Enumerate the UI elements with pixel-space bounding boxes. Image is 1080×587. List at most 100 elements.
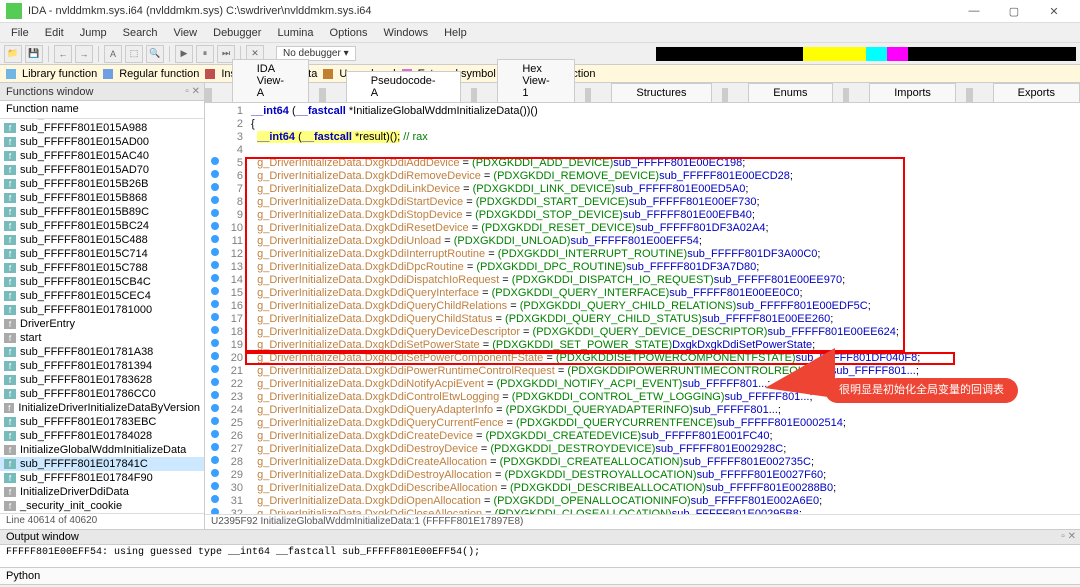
code-line[interactable]: 5 g_DriverInitializeData.DxgkDdiAddDevic… bbox=[209, 157, 1076, 170]
function-list-item[interactable]: fsub_FFFFF801E015AC40 bbox=[0, 149, 204, 163]
breakpoint-icon[interactable] bbox=[211, 235, 219, 243]
function-list-item[interactable]: f_security_init_cookie bbox=[0, 499, 204, 513]
menu-help[interactable]: Help bbox=[437, 25, 474, 41]
menu-search[interactable]: Search bbox=[116, 25, 165, 41]
toolbar-hex-icon[interactable]: ⬚ bbox=[125, 45, 143, 63]
code-line[interactable]: 28 g_DriverInitializeData.DxgkDdiCreateA… bbox=[209, 456, 1076, 469]
function-list-item[interactable]: fsub_FFFFF801E01784F90 bbox=[0, 471, 204, 485]
code-line[interactable]: 25 g_DriverInitializeData.DxgkDdiQueryCu… bbox=[209, 417, 1076, 430]
code-line[interactable]: 19 g_DriverInitializeData.DxgkDdiSetPowe… bbox=[209, 339, 1076, 352]
function-list-item[interactable]: fsub_FFFFF801E015C488 bbox=[0, 233, 204, 247]
code-line[interactable]: 15 g_DriverInitializeData.DxgkDdiQueryIn… bbox=[209, 287, 1076, 300]
code-line[interactable]: 12 g_DriverInitializeData.DxgkDdiInterru… bbox=[209, 248, 1076, 261]
menu-options[interactable]: Options bbox=[323, 25, 375, 41]
menu-lumina[interactable]: Lumina bbox=[270, 25, 320, 41]
toolbar-text-icon[interactable]: A bbox=[104, 45, 122, 63]
function-list-item[interactable]: fsub_FFFFF801E01783628 bbox=[0, 373, 204, 387]
code-line[interactable]: 7 g_DriverInitializeData.DxgkDdiLinkDevi… bbox=[209, 183, 1076, 196]
function-list-item[interactable]: fsub_FFFFF801E015AD00 bbox=[0, 135, 204, 149]
menu-edit[interactable]: Edit bbox=[38, 25, 71, 41]
breakpoint-icon[interactable] bbox=[211, 456, 219, 464]
python-input[interactable] bbox=[44, 571, 1074, 582]
code-line[interactable]: 24 g_DriverInitializeData.DxgkDdiQueryAd… bbox=[209, 404, 1076, 417]
code-line[interactable]: 18 g_DriverInitializeData.DxgkDdiQueryDe… bbox=[209, 326, 1076, 339]
code-line[interactable]: 27 g_DriverInitializeData.DxgkDdiDestroy… bbox=[209, 443, 1076, 456]
tab-structures[interactable]: Structures bbox=[611, 83, 711, 102]
breakpoint-icon[interactable] bbox=[211, 274, 219, 282]
function-list-item[interactable]: fsub_FFFFF801E015C714 bbox=[0, 247, 204, 261]
toolbar-open-icon[interactable]: 📁 bbox=[4, 45, 22, 63]
maximize-button[interactable]: ▢ bbox=[994, 0, 1034, 22]
tab-ida-view-a[interactable]: IDA View-A bbox=[232, 59, 309, 102]
toolbar-search-icon[interactable]: 🔍 bbox=[146, 45, 164, 63]
function-list-item[interactable]: fsub_FFFFF801E015B89C bbox=[0, 205, 204, 219]
code-line[interactable]: 29 g_DriverInitializeData.DxgkDdiDestroy… bbox=[209, 469, 1076, 482]
menu-view[interactable]: View bbox=[166, 25, 204, 41]
function-list-item[interactable]: fsub_FFFFF801E015AD70 bbox=[0, 163, 204, 177]
function-list-item[interactable]: fsub_FFFFF801E01784028 bbox=[0, 429, 204, 443]
function-list-item[interactable]: fsub_FFFFF801E015BC24 bbox=[0, 219, 204, 233]
menu-jump[interactable]: Jump bbox=[73, 25, 114, 41]
code-line[interactable]: 10 g_DriverInitializeData.DxgkDdiResetDe… bbox=[209, 222, 1076, 235]
functions-close-icon[interactable]: ▫ ✕ bbox=[185, 86, 200, 97]
toolbar-save-icon[interactable]: 💾 bbox=[25, 45, 43, 63]
code-line[interactable]: 2{ bbox=[209, 118, 1076, 131]
breakpoint-icon[interactable] bbox=[211, 443, 219, 451]
function-list-item[interactable]: fInitializeDriverDdiData bbox=[0, 485, 204, 499]
code-line[interactable]: 31 g_DriverInitializeData.DxgkDdiOpenAll… bbox=[209, 495, 1076, 508]
breakpoint-icon[interactable] bbox=[211, 157, 219, 165]
code-line[interactable]: 3 __int64 (__fastcall *result)(); // rax bbox=[209, 131, 1076, 144]
breakpoint-icon[interactable] bbox=[211, 183, 219, 191]
breakpoint-icon[interactable] bbox=[211, 508, 219, 514]
breakpoint-icon[interactable] bbox=[211, 391, 219, 399]
tab-exports[interactable]: Exports bbox=[993, 83, 1080, 102]
breakpoint-icon[interactable] bbox=[211, 326, 219, 334]
code-line[interactable]: 13 g_DriverInitializeData.DxgkDdiDpcRout… bbox=[209, 261, 1076, 274]
toolbar-stop-icon[interactable]: ⏸ bbox=[196, 45, 214, 63]
navigation-band[interactable] bbox=[656, 47, 1076, 61]
function-list-item[interactable]: fsub_FFFFF801E015CEC4 bbox=[0, 289, 204, 303]
function-list-item[interactable]: fsub_FFFFF801E015B868 bbox=[0, 191, 204, 205]
breakpoint-icon[interactable] bbox=[211, 261, 219, 269]
functions-column-header[interactable]: Function name bbox=[0, 101, 204, 119]
code-line[interactable]: 32 g_DriverInitializeData.DxgkDdiCloseAl… bbox=[209, 508, 1076, 514]
tab-enums[interactable]: Enums bbox=[748, 83, 832, 102]
breakpoint-icon[interactable] bbox=[211, 339, 219, 347]
breakpoint-icon[interactable] bbox=[211, 378, 219, 386]
code-line[interactable]: 20 g_DriverInitializeData.DxgkDdiSetPowe… bbox=[209, 352, 1076, 365]
breakpoint-icon[interactable] bbox=[211, 222, 219, 230]
code-line[interactable]: 1__int64 (__fastcall *InitializeGlobalWd… bbox=[209, 105, 1076, 118]
function-list-item[interactable]: fsub_FFFFF801E015CB4C bbox=[0, 275, 204, 289]
function-list-item[interactable]: fsub_FFFFF801E01781394 bbox=[0, 359, 204, 373]
functions-list[interactable]: fsub_FFFFF801E01581D0fsub_FFFFF801E01582… bbox=[0, 119, 204, 513]
breakpoint-icon[interactable] bbox=[211, 248, 219, 256]
code-line[interactable]: 23 g_DriverInitializeData.DxgkDdiControl… bbox=[209, 391, 1076, 404]
function-list-item[interactable]: fInitializeGlobalWddmInitializeData bbox=[0, 443, 204, 457]
function-list-item[interactable]: fsub_FFFFF801E015A988 bbox=[0, 121, 204, 135]
code-line[interactable]: 30 g_DriverInitializeData.DxgkDdiDescrib… bbox=[209, 482, 1076, 495]
code-line[interactable]: 11 g_DriverInitializeData.DxgkDdiUnload … bbox=[209, 235, 1076, 248]
close-button[interactable]: ✕ bbox=[1034, 0, 1074, 22]
breakpoint-icon[interactable] bbox=[211, 196, 219, 204]
breakpoint-icon[interactable] bbox=[211, 209, 219, 217]
breakpoint-icon[interactable] bbox=[211, 430, 219, 438]
breakpoint-icon[interactable] bbox=[211, 469, 219, 477]
breakpoint-icon[interactable] bbox=[211, 404, 219, 412]
breakpoint-icon[interactable] bbox=[211, 287, 219, 295]
output-close-icon[interactable]: ▫ ✕ bbox=[1061, 531, 1076, 542]
tab-imports[interactable]: Imports bbox=[869, 83, 956, 102]
code-line[interactable]: 22 g_DriverInitializeData.DxgkDdiNotifyA… bbox=[209, 378, 1076, 391]
breakpoint-icon[interactable] bbox=[211, 365, 219, 373]
function-list-item[interactable]: fsub_FFFFF801E015C788 bbox=[0, 261, 204, 275]
pseudocode-view[interactable]: 1__int64 (__fastcall *InitializeGlobalWd… bbox=[205, 103, 1080, 514]
code-line[interactable]: 14 g_DriverInitializeData.DxgkDdiDispatc… bbox=[209, 274, 1076, 287]
tab-hex-view-1[interactable]: Hex View-1 bbox=[497, 59, 574, 102]
menu-file[interactable]: File bbox=[4, 25, 36, 41]
breakpoint-icon[interactable] bbox=[211, 170, 219, 178]
toolbar-run-icon[interactable]: ▶ bbox=[175, 45, 193, 63]
breakpoint-icon[interactable] bbox=[211, 495, 219, 503]
function-list-item[interactable]: fsub_FFFFF801E01781A38 bbox=[0, 345, 204, 359]
function-list-item[interactable]: fInitializeDriverInitializeDataByVersion bbox=[0, 401, 204, 415]
breakpoint-icon[interactable] bbox=[211, 313, 219, 321]
function-list-item[interactable]: fstart bbox=[0, 331, 204, 345]
